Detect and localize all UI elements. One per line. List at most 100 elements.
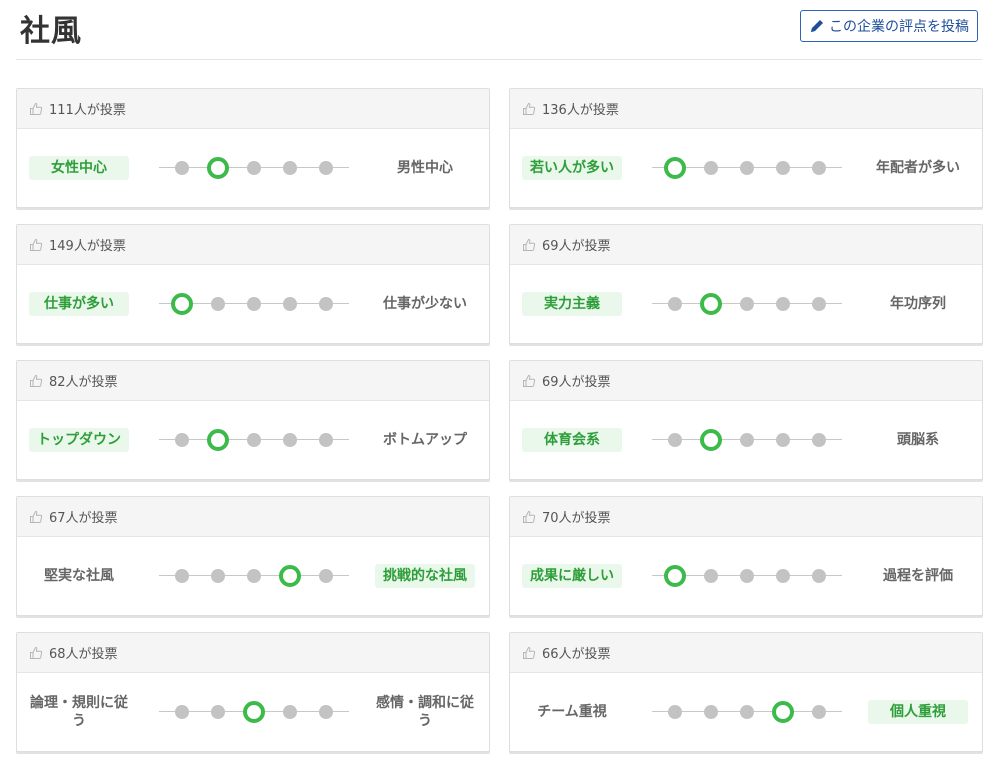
- thumbs-up-icon: [30, 510, 43, 523]
- scale-point: [704, 705, 718, 719]
- scale-point: [283, 433, 297, 447]
- culture-rating-card: 69人が投票 体育会系 頭脳系: [509, 360, 983, 480]
- scale-point: [812, 161, 826, 175]
- culture-rating-card: 149人が投票仕事が多い 仕事が少ない: [16, 224, 490, 344]
- rating-scale: [159, 292, 349, 316]
- scale-point: [740, 433, 754, 447]
- rating-scale: [159, 428, 349, 452]
- left-pole-label: 若い人が多い: [522, 156, 622, 180]
- scale-point: [776, 161, 790, 175]
- vote-count-header: 68人が投票: [17, 633, 489, 673]
- thumbs-up-icon: [523, 510, 536, 523]
- scale-point: [247, 433, 261, 447]
- vote-count-header: 82人が投票: [17, 361, 489, 401]
- scale-point: [283, 705, 297, 719]
- right-pole-label: 挑戦的な社風: [375, 564, 475, 588]
- vote-count: 68人が投票: [49, 647, 118, 662]
- left-pole-label: 仕事が多い: [29, 292, 129, 316]
- rating-scale: [159, 564, 349, 588]
- scale-point: [740, 705, 754, 719]
- rating-row: 若い人が多い 年配者が多い: [510, 129, 982, 207]
- left-pole-label: チーム重視: [537, 704, 607, 720]
- scale-point: [319, 297, 333, 311]
- scale-point: [704, 161, 718, 175]
- left-pole-label: 体育会系: [522, 428, 622, 452]
- thumbs-up-icon: [30, 374, 43, 387]
- scale-point-selected: [700, 429, 722, 451]
- rating-scale: [652, 156, 842, 180]
- rating-scale: [159, 156, 349, 180]
- vote-count-header: 67人が投票: [17, 497, 489, 537]
- vote-count: 149人が投票: [49, 239, 126, 254]
- vote-count: 82人が投票: [49, 375, 118, 390]
- left-pole-label: 堅実な社風: [44, 568, 114, 584]
- left-pole-label: 論理・規則に従う: [30, 695, 128, 729]
- post-rating-button[interactable]: この企業の評点を投稿: [800, 10, 978, 42]
- scale-point: [776, 569, 790, 583]
- thumbs-up-icon: [523, 374, 536, 387]
- scale-point: [319, 705, 333, 719]
- culture-rating-card: 66人が投票チーム重視 個人重視: [509, 632, 983, 752]
- vote-count-header: 69人が投票: [510, 361, 982, 401]
- right-pole-label: 感情・調和に従う: [376, 695, 474, 729]
- rating-scale: [159, 700, 349, 724]
- scale-point: [319, 569, 333, 583]
- scale-point-selected: [664, 565, 686, 587]
- scale-point: [319, 161, 333, 175]
- left-pole-label: 女性中心: [29, 156, 129, 180]
- scale-point: [776, 297, 790, 311]
- right-pole-label: 過程を評価: [883, 568, 953, 584]
- page-title: 社風: [20, 14, 82, 49]
- scale-point: [812, 297, 826, 311]
- scale-point: [668, 433, 682, 447]
- left-pole-label: トップダウン: [29, 428, 129, 452]
- scale-point: [812, 569, 826, 583]
- scale-point-selected: [243, 701, 265, 723]
- scale-point: [247, 569, 261, 583]
- vote-count-header: 66人が投票: [510, 633, 982, 673]
- scale-point: [175, 161, 189, 175]
- vote-count: 70人が投票: [542, 511, 611, 526]
- culture-rating-card: 68人が投票論理・規則に従う 感情・調和に従う: [16, 632, 490, 752]
- scale-point: [740, 161, 754, 175]
- vote-count-header: 149人が投票: [17, 225, 489, 265]
- thumbs-up-icon: [523, 238, 536, 251]
- scale-point-selected: [664, 157, 686, 179]
- vote-count-header: 111人が投票: [17, 89, 489, 129]
- culture-rating-card: 67人が投票堅実な社風 挑戦的な社風: [16, 496, 490, 616]
- scale-point: [812, 705, 826, 719]
- company-culture-page: 社風 この企業の評点を投稿 111人が投票 女性中心 男性中心 136人が投票 若い人が…: [0, 0, 1000, 768]
- right-pole-label: 年功序列: [890, 296, 946, 312]
- scale-point: [247, 297, 261, 311]
- vote-count: 67人が投票: [49, 511, 118, 526]
- thumbs-up-icon: [30, 238, 43, 251]
- culture-rating-card: 70人が投票成果に厳しい 過程を評価: [509, 496, 983, 616]
- right-pole-label: 年配者が多い: [876, 160, 960, 176]
- vote-count-header: 70人が投票: [510, 497, 982, 537]
- rating-row: 仕事が多い 仕事が少ない: [17, 265, 489, 343]
- rating-row: 実力主義 年功序列: [510, 265, 982, 343]
- rating-row: 論理・規則に従う 感情・調和に従う: [17, 673, 489, 751]
- rating-row: 体育会系 頭脳系: [510, 401, 982, 479]
- scale-point-selected: [207, 157, 229, 179]
- culture-rating-card: 69人が投票 実力主義 年功序列: [509, 224, 983, 344]
- scale-point: [175, 705, 189, 719]
- culture-rating-grid: 111人が投票 女性中心 男性中心 136人が投票 若い人が多い 年配者が多い 149人が投…: [16, 88, 983, 752]
- scale-point: [704, 569, 718, 583]
- scale-point: [211, 705, 225, 719]
- rating-scale: [652, 700, 842, 724]
- scale-point: [740, 297, 754, 311]
- rating-row: 堅実な社風 挑戦的な社風: [17, 537, 489, 615]
- scale-point-selected: [171, 293, 193, 315]
- thumbs-up-icon: [523, 646, 536, 659]
- thumbs-up-icon: [30, 646, 43, 659]
- vote-count: 66人が投票: [542, 647, 611, 662]
- rating-row: チーム重視 個人重視: [510, 673, 982, 751]
- rating-row: 成果に厳しい 過程を評価: [510, 537, 982, 615]
- right-pole-label: 個人重視: [868, 700, 968, 724]
- scale-point: [668, 297, 682, 311]
- scale-point-selected: [700, 293, 722, 315]
- scale-point: [211, 569, 225, 583]
- scale-point: [211, 297, 225, 311]
- thumbs-up-icon: [30, 102, 43, 115]
